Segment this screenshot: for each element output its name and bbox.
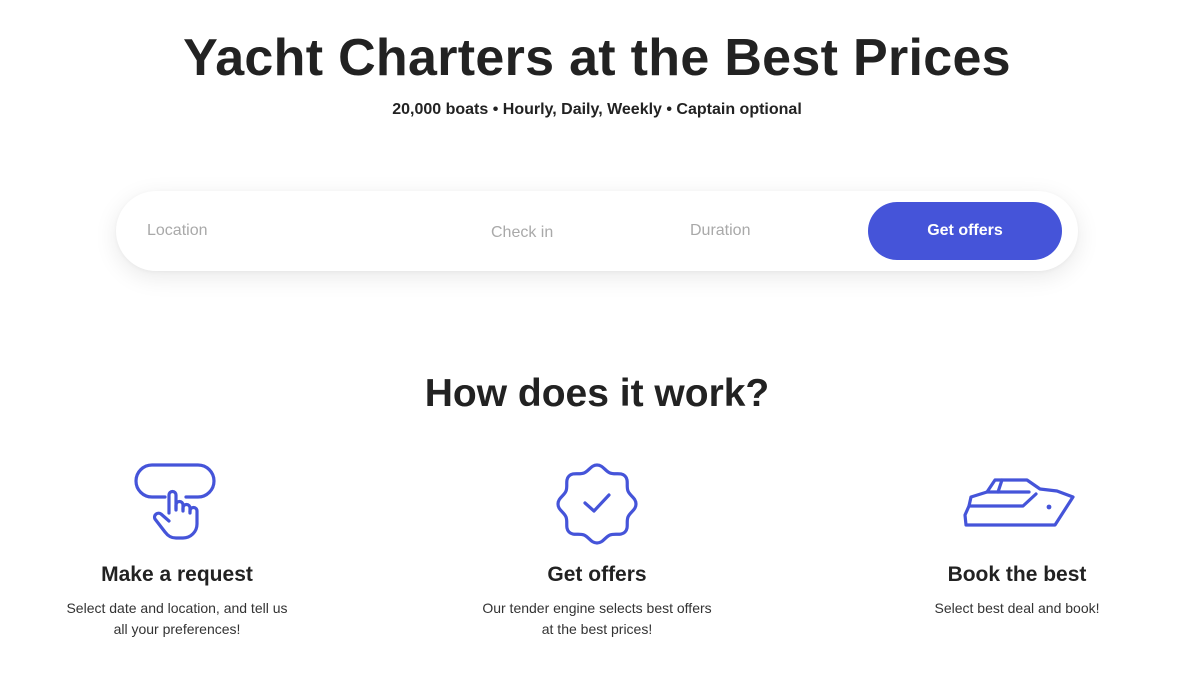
verified-badge-icon (556, 463, 638, 545)
checkin-input[interactable]: Check in (491, 191, 661, 273)
hero-subtitle: 20,000 boats • Hourly, Daily, Weekly • C… (392, 101, 802, 118)
step-get-offers: Get offers Our tender engine selects bes… (467, 458, 727, 640)
step-description: Our tender engine selects best offers at… (482, 600, 712, 637)
hero-title: Yacht Charters at the Best Prices (183, 29, 1011, 87)
step-make-request: Make a request Select date and location,… (47, 458, 307, 640)
get-offers-button[interactable]: Get offers (868, 202, 1062, 260)
step-title: Book the best (947, 563, 1087, 586)
step-description: Select best deal and book! (934, 600, 1100, 616)
step-book-best: Book the best Select best deal and book! (887, 458, 1147, 619)
step-title: Get offers (547, 563, 647, 586)
duration-input[interactable]: Duration (690, 191, 850, 271)
tap-pointer-icon (134, 463, 216, 540)
location-input[interactable]: Location (147, 191, 477, 271)
how-it-works-title: How does it work? (424, 372, 770, 415)
search-bar: Location Check in Duration Get offers (116, 191, 1078, 271)
step-description: Select date and location, and tell us al… (66, 600, 288, 637)
step-title: Make a request (101, 563, 253, 586)
yacht-icon (963, 478, 1075, 527)
